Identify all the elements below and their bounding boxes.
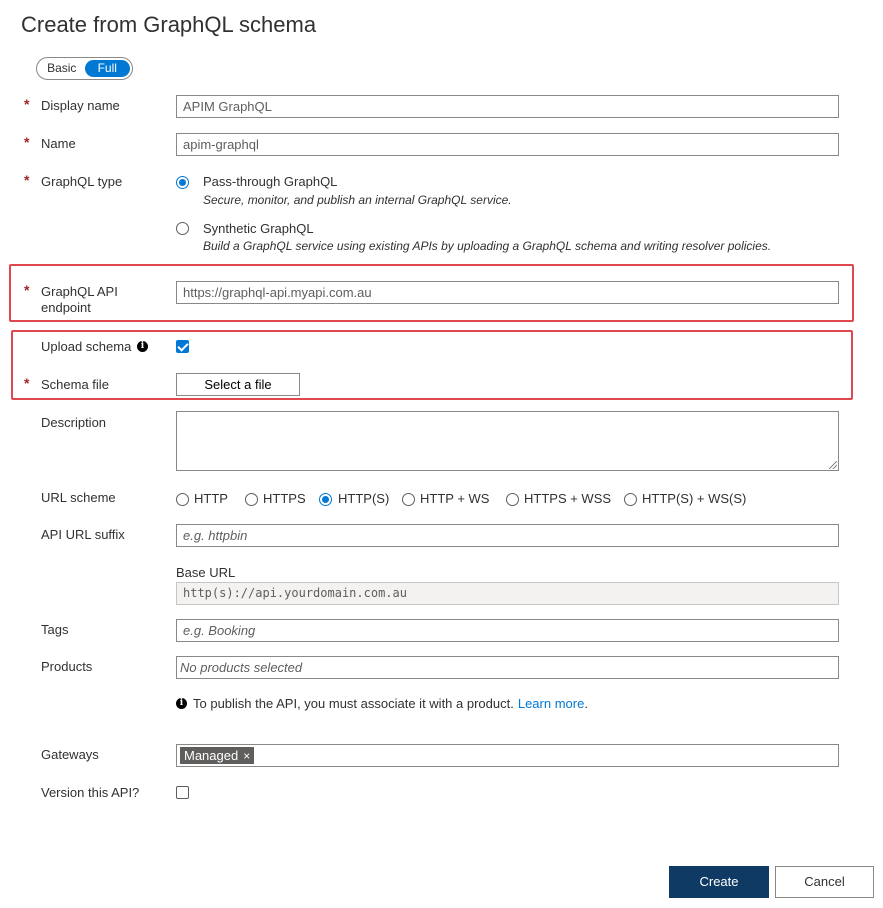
toggle-full[interactable]: Full	[84, 60, 130, 77]
required-marker: *	[24, 134, 30, 150]
radio-http-ws[interactable]	[402, 493, 415, 506]
version-api-label: Version this API?	[41, 785, 140, 800]
endpoint-label-line2: endpoint	[41, 300, 91, 315]
gateways-label: Gateways	[41, 747, 99, 762]
products-notice: i To publish the API, you must associate…	[176, 696, 588, 711]
scheme-http-s-label[interactable]: HTTP(S)	[338, 491, 389, 506]
required-marker: *	[24, 172, 30, 188]
endpoint-label-line1: GraphQL API	[41, 284, 118, 299]
info-icon: i	[176, 698, 187, 709]
products-label: Products	[41, 659, 93, 674]
learn-more-link[interactable]: Learn more	[518, 696, 584, 711]
base-url-label: Base URL	[176, 565, 236, 580]
required-marker: *	[24, 96, 30, 112]
radio-http[interactable]	[176, 493, 189, 506]
tags-input[interactable]: e.g. Booking	[176, 619, 839, 642]
notice-suffix: .	[584, 696, 588, 711]
api-url-suffix-label: API URL suffix	[41, 527, 125, 542]
api-url-suffix-input[interactable]: e.g. httpbin	[176, 524, 839, 547]
radio-https-wss[interactable]	[506, 493, 519, 506]
mode-toggle[interactable]: Basic Full	[36, 57, 133, 80]
scheme-http-ws-label[interactable]: HTTP + WS	[420, 491, 489, 506]
description-textarea[interactable]	[176, 411, 839, 471]
radio-http-s[interactable]	[319, 493, 332, 506]
cancel-button[interactable]: Cancel	[775, 866, 874, 898]
create-button[interactable]: Create	[669, 866, 769, 898]
products-input[interactable]: No products selected	[176, 656, 839, 679]
info-icon[interactable]: i	[137, 341, 148, 352]
radio-pass-through[interactable]	[176, 176, 189, 189]
pass-through-label[interactable]: Pass-through GraphQL	[203, 174, 337, 189]
endpoint-input[interactable]: https://graphql-api.myapi.com.au	[176, 281, 839, 304]
description-label: Description	[41, 415, 107, 430]
upload-schema-label: Upload schema	[41, 339, 132, 354]
base-url-field: http(s)://api.yourdomain.com.au	[176, 582, 839, 605]
name-label: Name	[41, 136, 76, 151]
required-marker: *	[24, 282, 30, 298]
highlight-schema	[11, 330, 853, 400]
radio-http-s-ws-s[interactable]	[624, 493, 637, 506]
radio-https[interactable]	[245, 493, 258, 506]
scheme-https-label[interactable]: HTTPS	[263, 491, 306, 506]
tags-label: Tags	[41, 622, 69, 637]
version-api-checkbox[interactable]	[176, 786, 189, 799]
remove-tag-icon[interactable]: ×	[243, 749, 250, 763]
endpoint-label: GraphQL API endpoint	[41, 284, 118, 316]
gateways-input[interactable]: Managed ×	[176, 744, 839, 767]
display-name-label: Display name	[41, 98, 120, 113]
display-name-input[interactable]: APIM GraphQL	[176, 95, 839, 118]
schema-file-label: Schema file	[41, 377, 109, 392]
graphql-type-label: GraphQL type	[41, 174, 123, 189]
synthetic-description: Build a GraphQL service using existing A…	[203, 239, 772, 253]
radio-synthetic[interactable]	[176, 222, 189, 235]
gateway-tag: Managed ×	[180, 747, 255, 764]
toggle-basic[interactable]: Basic	[39, 60, 85, 77]
pass-through-description: Secure, monitor, and publish an internal…	[203, 193, 512, 207]
gateway-tag-label: Managed	[184, 748, 239, 763]
scheme-https-wss-label[interactable]: HTTPS + WSS	[524, 491, 611, 506]
resize-grip-icon[interactable]	[829, 461, 837, 469]
url-scheme-label: URL scheme	[41, 490, 116, 505]
select-file-button[interactable]: Select a file	[176, 373, 300, 396]
upload-schema-checkbox[interactable]	[176, 340, 189, 353]
required-marker: *	[24, 375, 30, 391]
page-title: Create from GraphQL schema	[21, 12, 317, 37]
products-notice-text: To publish the API, you must associate i…	[193, 696, 514, 711]
synthetic-label[interactable]: Synthetic GraphQL	[203, 221, 314, 236]
name-input[interactable]: apim-graphql	[176, 133, 839, 156]
scheme-http-label[interactable]: HTTP	[194, 491, 228, 506]
scheme-http-s-ws-s-label[interactable]: HTTP(S) + WS(S)	[642, 491, 746, 506]
